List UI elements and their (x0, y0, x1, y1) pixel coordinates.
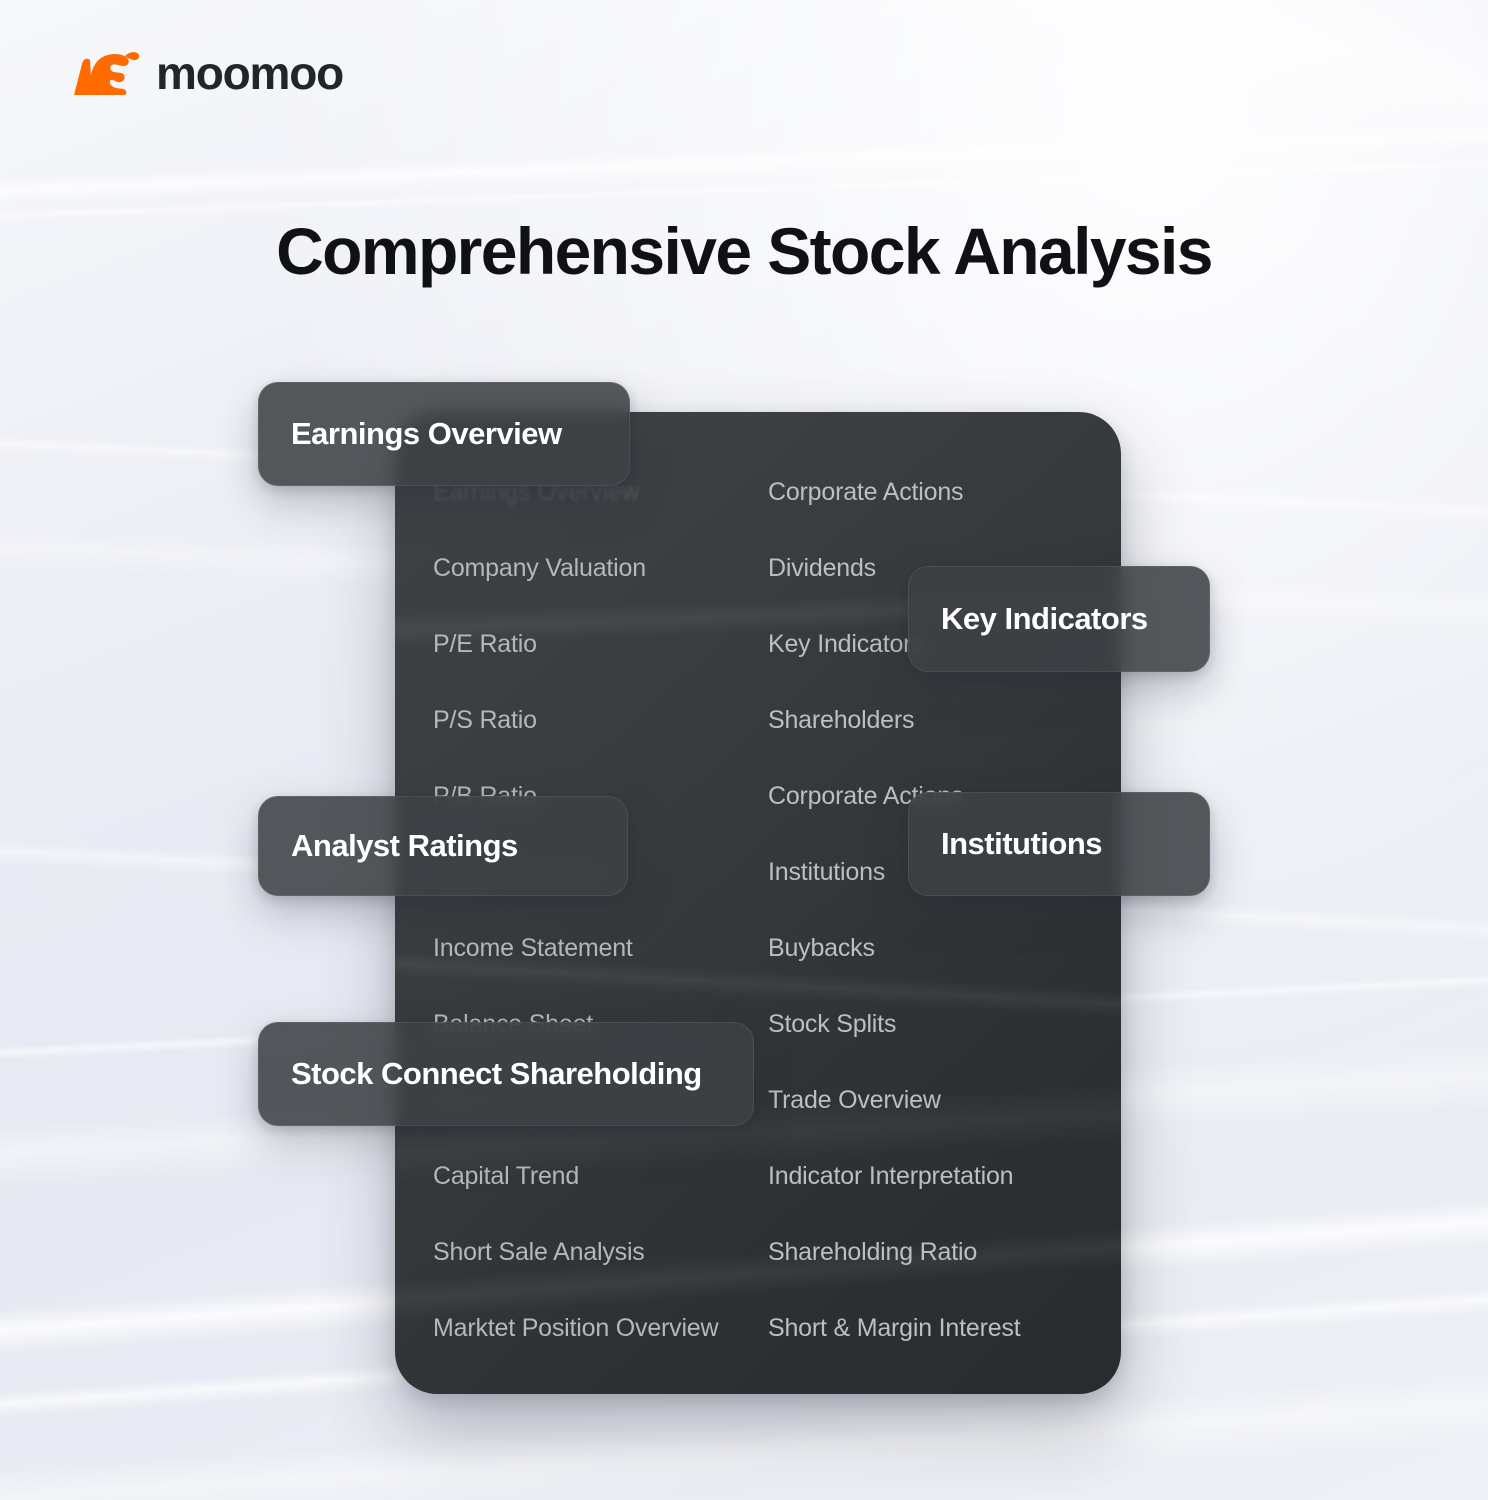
menu-item-corporate-actions-1[interactable]: Corporate Actions (768, 454, 1121, 530)
menu-item-company-valuation[interactable]: Company Valuation (433, 530, 758, 606)
pill-earnings-overview[interactable]: Earnings Overview (258, 382, 630, 486)
light-streak (0, 112, 1488, 214)
pill-analyst-ratings[interactable]: Analyst Ratings (258, 796, 628, 896)
brand-wordmark: moomoo (156, 47, 344, 99)
menu-item-short-sale-analysis[interactable]: Short Sale Analysis (433, 1214, 758, 1290)
stock-analysis-card: Earnings Overview Company Valuation P/E … (395, 412, 1121, 1394)
pill-institutions[interactable]: Institutions (908, 792, 1210, 896)
menu-item-buybacks[interactable]: Buybacks (768, 910, 1121, 986)
menu-item-short-margin-interest[interactable]: Short & Margin Interest (768, 1290, 1121, 1366)
brand-logo[interactable]: moomoo (68, 47, 344, 99)
pill-key-indicators[interactable]: Key Indicators (908, 566, 1210, 672)
light-streak (598, 0, 1488, 223)
menu-item-pe-ratio[interactable]: P/E Ratio (433, 606, 758, 682)
menu-item-market-position-overview[interactable]: Marktet Position Overview (433, 1290, 758, 1366)
page-title: Comprehensive Stock Analysis (276, 214, 1213, 288)
menu-item-ps-ratio[interactable]: P/S Ratio (433, 682, 758, 758)
menu-item-shareholding-ratio[interactable]: Shareholding Ratio (768, 1214, 1121, 1290)
menu-item-trade-overview[interactable]: Trade Overview (768, 1062, 1121, 1138)
menu-item-indicator-interpretation[interactable]: Indicator Interpretation (768, 1138, 1121, 1214)
bull-head-icon (74, 52, 140, 95)
menu-item-stock-splits[interactable]: Stock Splits (768, 986, 1121, 1062)
menu-item-shareholders[interactable]: Shareholders (768, 682, 1121, 758)
menu-item-capital-trend[interactable]: Capital Trend (433, 1138, 758, 1214)
menu-item-income-statement[interactable]: Income Statement (433, 910, 758, 986)
pill-stock-connect-shareholding[interactable]: Stock Connect Shareholding (258, 1022, 754, 1126)
menu-column-left: Earnings Overview Company Valuation P/E … (395, 454, 758, 1394)
